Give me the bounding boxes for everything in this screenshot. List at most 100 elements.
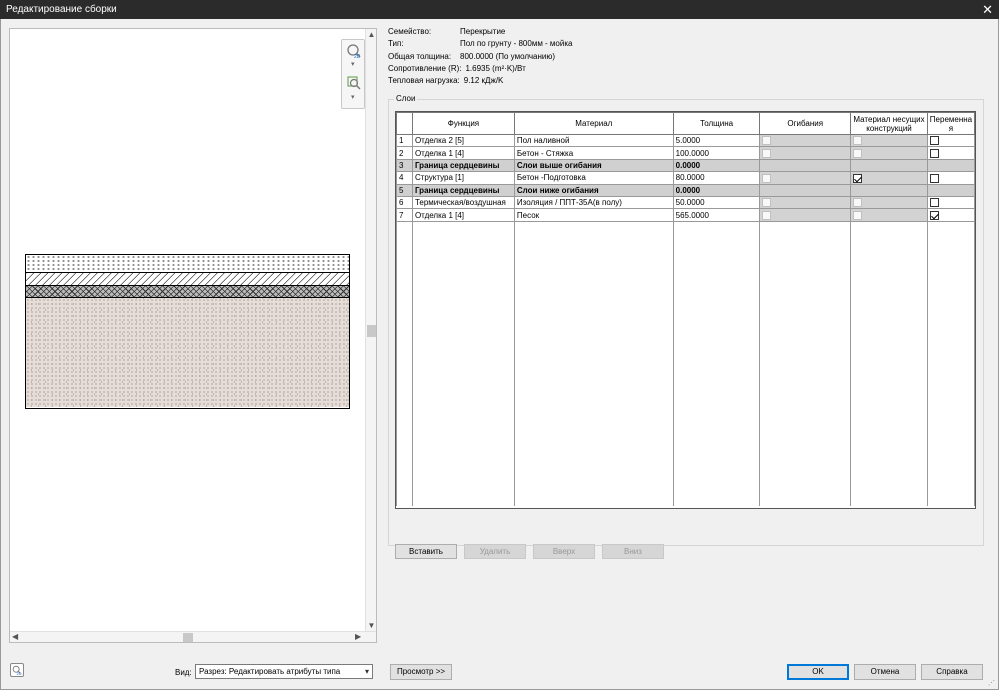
cell-wraps[interactable] bbox=[759, 158, 852, 173]
cell-thickness[interactable]: 100.0000 bbox=[672, 146, 761, 160]
empty-cell bbox=[396, 407, 413, 420]
help-button[interactable]: Справка bbox=[921, 664, 983, 680]
cell-function[interactable]: Граница сердцевины bbox=[411, 183, 515, 197]
table-row[interactable]: 2 Отделка 1 [4] Бетон - Стяжка 100.0000 bbox=[396, 146, 976, 160]
scroll-down-icon[interactable]: ▼ bbox=[367, 621, 376, 630]
cell-variable[interactable] bbox=[926, 171, 976, 185]
cell-thickness[interactable]: 50.0000 bbox=[672, 195, 761, 210]
table-row[interactable]: 3 Граница сердцевины Слои выше огибания 0.0… bbox=[396, 158, 976, 173]
cell-wraps[interactable] bbox=[759, 183, 852, 197]
cell-material[interactable]: Бетон - Стяжка bbox=[513, 146, 674, 160]
cell-variable[interactable] bbox=[926, 158, 976, 173]
preview-horizontal-scrollbar[interactable]: ◀ ▶ bbox=[10, 631, 376, 642]
cell-function[interactable]: Граница сердцевины bbox=[411, 158, 515, 173]
move-up-button[interactable]: Вверх bbox=[533, 544, 595, 559]
preview-vertical-scrollbar[interactable]: ▲ ▼ bbox=[365, 29, 376, 634]
col-header-structural-material[interactable]: Материал несущих конструкций bbox=[850, 112, 928, 135]
close-icon[interactable]: ✕ bbox=[982, 2, 993, 18]
scroll-left-icon[interactable]: ◀ bbox=[12, 632, 18, 641]
variable-checkbox[interactable] bbox=[929, 148, 939, 158]
col-header-material[interactable]: Материал bbox=[513, 112, 674, 135]
empty-cell bbox=[411, 493, 515, 507]
view-2d-icon[interactable]: 2D bbox=[10, 663, 24, 677]
cell-material[interactable]: Изоляция / ППТ-35А(в полу) bbox=[513, 195, 674, 210]
layers-table[interactable]: Функция Материал Толщина Огибания Матери… bbox=[395, 111, 976, 509]
cancel-button[interactable]: Отмена bbox=[854, 664, 916, 680]
col-header-index bbox=[396, 112, 413, 135]
preview-toggle-button[interactable]: Просмотр >> bbox=[390, 664, 452, 680]
cell-structural-material[interactable] bbox=[850, 208, 928, 222]
variable-checkbox[interactable] bbox=[929, 173, 939, 183]
structural-checkbox[interactable] bbox=[853, 173, 863, 183]
empty-cell bbox=[759, 270, 852, 284]
cell-thickness[interactable]: 0.0000 bbox=[672, 183, 761, 197]
cell-structural-material[interactable] bbox=[850, 183, 928, 197]
cell-structural-material[interactable] bbox=[850, 171, 928, 185]
scroll-thumb[interactable] bbox=[183, 633, 193, 642]
cell-structural-material[interactable] bbox=[850, 146, 928, 160]
empty-cell bbox=[850, 357, 928, 370]
zoom-2d-icon[interactable]: 2D bbox=[346, 43, 362, 59]
table-row[interactable]: 5 Граница сердцевины Слои ниже огибания 0.0… bbox=[396, 183, 976, 197]
cell-wraps[interactable] bbox=[759, 208, 852, 222]
cell-structural-material[interactable] bbox=[850, 133, 928, 148]
cell-thickness[interactable]: 5.0000 bbox=[672, 133, 761, 148]
col-header-thickness[interactable]: Толщина bbox=[672, 112, 761, 135]
col-header-function[interactable]: Функция bbox=[411, 112, 515, 135]
empty-cell bbox=[759, 283, 852, 296]
cell-structural-material[interactable] bbox=[850, 158, 928, 173]
cell-material[interactable]: Песок bbox=[513, 208, 674, 222]
cell-wraps[interactable] bbox=[759, 195, 852, 210]
preview-pane[interactable]: 2D ▾ ▾ ▲ ▼ ◀ ▶ bbox=[9, 28, 377, 643]
cell-material[interactable]: Слои выше огибания bbox=[513, 158, 674, 173]
resize-grip-icon[interactable]: ⋰ bbox=[988, 679, 997, 688]
cell-thickness[interactable]: 565.0000 bbox=[672, 208, 761, 222]
empty-row bbox=[396, 332, 976, 346]
cell-wraps[interactable] bbox=[759, 146, 852, 160]
empty-cell bbox=[850, 332, 928, 346]
chevron-down-icon[interactable]: ▾ bbox=[351, 60, 355, 68]
row-number: 4 bbox=[396, 171, 413, 185]
variable-checkbox[interactable] bbox=[929, 210, 939, 220]
view-select[interactable]: Разрез: Редактировать атрибуты типа ▾ bbox=[195, 664, 373, 679]
col-header-variable[interactable]: Переменна я bbox=[926, 112, 976, 135]
cell-function[interactable]: Отделка 1 [4] bbox=[411, 146, 515, 160]
cell-variable[interactable] bbox=[926, 208, 976, 222]
cell-variable[interactable] bbox=[926, 183, 976, 197]
cell-wraps[interactable] bbox=[759, 171, 852, 185]
move-down-button[interactable]: Вниз bbox=[602, 544, 664, 559]
cell-variable[interactable] bbox=[926, 195, 976, 210]
table-row[interactable]: 6 Термическая/воздушная Изоляция / ППТ-35А… bbox=[396, 195, 976, 210]
cell-function[interactable]: Отделка 1 [4] bbox=[411, 208, 515, 222]
cell-function[interactable]: Термическая/воздушная bbox=[411, 195, 515, 210]
ok-button[interactable]: OK bbox=[787, 664, 849, 680]
delete-button[interactable]: Удалить bbox=[464, 544, 526, 559]
table-row[interactable]: 4 Структура [1] Бетон -Подготовка 80.0000 bbox=[396, 171, 976, 185]
insert-button[interactable]: Вставить bbox=[395, 544, 457, 559]
scroll-up-icon[interactable]: ▲ bbox=[367, 30, 376, 39]
cell-wraps[interactable] bbox=[759, 133, 852, 148]
empty-cell bbox=[759, 369, 852, 383]
empty-cell bbox=[850, 382, 928, 395]
empty-cell bbox=[759, 394, 852, 408]
chevron-down-icon[interactable]: ▾ bbox=[351, 93, 355, 101]
variable-checkbox[interactable] bbox=[929, 136, 939, 146]
resistance-value: 1.6935 (m²·K)/Вт bbox=[465, 63, 526, 73]
variable-checkbox[interactable] bbox=[929, 198, 939, 208]
zoom-fit-icon[interactable] bbox=[346, 75, 362, 91]
cell-material[interactable]: Слои ниже огибания bbox=[513, 183, 674, 197]
cell-variable[interactable] bbox=[926, 133, 976, 148]
table-row[interactable]: 7 Отделка 1 [4] Песок 565.0000 bbox=[396, 208, 976, 222]
cell-thickness[interactable]: 80.0000 bbox=[672, 171, 761, 185]
scroll-right-icon[interactable]: ▶ bbox=[355, 632, 361, 641]
cell-material[interactable]: Бетон -Подготовка bbox=[513, 171, 674, 185]
table-row[interactable]: 1 Отделка 2 [5] Пол наливной 5.0000 bbox=[396, 133, 976, 148]
cell-thickness[interactable]: 0.0000 bbox=[672, 158, 761, 173]
cell-variable[interactable] bbox=[926, 146, 976, 160]
scroll-thumb[interactable] bbox=[367, 325, 376, 337]
cell-structural-material[interactable] bbox=[850, 195, 928, 210]
cell-function[interactable]: Отделка 2 [5] bbox=[411, 133, 515, 148]
cell-function[interactable]: Структура [1] bbox=[411, 171, 515, 185]
col-header-wraps[interactable]: Огибания bbox=[759, 112, 852, 135]
cell-material[interactable]: Пол наливной bbox=[513, 133, 674, 148]
